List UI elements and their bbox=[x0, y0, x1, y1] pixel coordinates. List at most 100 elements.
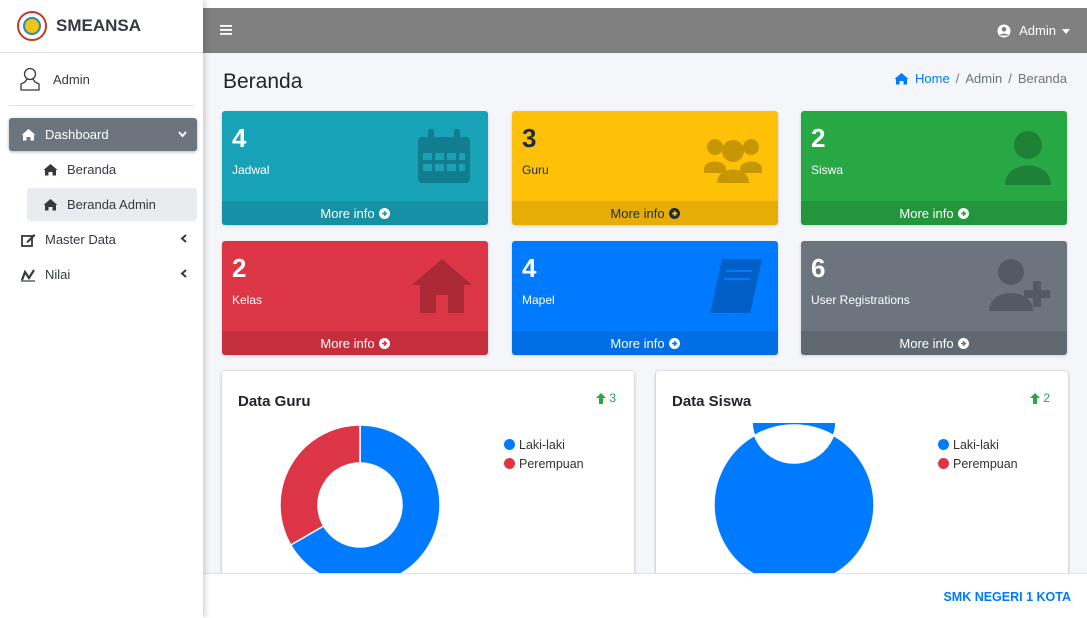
sidebar-item-label: Master Data bbox=[45, 232, 116, 247]
home-icon bbox=[41, 163, 59, 176]
box-label: User Registrations bbox=[811, 293, 910, 307]
sidebar-item-master-data[interactable]: Master Data bbox=[9, 223, 197, 256]
arrow-circle-right-icon bbox=[668, 207, 680, 219]
chevron-left-icon bbox=[180, 233, 187, 246]
user-panel[interactable]: Admin bbox=[9, 53, 194, 106]
chart-legend: Laki-laki Perempuan bbox=[938, 435, 1018, 473]
sidebar-item-label: Dashboard bbox=[45, 127, 109, 142]
more-info-link[interactable]: More info bbox=[512, 201, 778, 225]
sidebar-item-dashboard[interactable]: Dashboard bbox=[9, 118, 197, 151]
arrow-up-icon bbox=[1030, 392, 1041, 404]
donut-slice-laki-laki[interactable] bbox=[713, 423, 875, 581]
sidebar-item-label: Nilai bbox=[45, 267, 71, 282]
user-dropdown-label: Admin bbox=[1019, 23, 1056, 38]
chevron-down-icon bbox=[178, 129, 187, 141]
box-value: 4 bbox=[522, 253, 537, 283]
legend-swatch bbox=[504, 458, 515, 469]
card-title: Data Siswa bbox=[672, 393, 752, 410]
users-icon bbox=[702, 127, 764, 192]
calendar-icon bbox=[414, 127, 474, 192]
small-box-kelas: 2 Kelas More info bbox=[222, 241, 488, 355]
sidebar: SMEANSA Admin Dashboard Beranda Beranda … bbox=[0, 0, 203, 618]
arrow-circle-right-icon bbox=[378, 207, 390, 219]
arrow-circle-right-icon bbox=[957, 337, 969, 349]
small-box-guru: 3 Guru More info bbox=[512, 111, 778, 225]
arrow-circle-right-icon bbox=[378, 337, 390, 349]
breadcrumb-home[interactable]: Home bbox=[894, 71, 950, 86]
growth-badge: 3 bbox=[596, 391, 616, 405]
box-label: Kelas bbox=[232, 293, 263, 307]
more-info-label: More info bbox=[320, 205, 375, 221]
edit-icon bbox=[19, 233, 37, 247]
box-value: 2 bbox=[811, 123, 826, 153]
more-info-link[interactable]: More info bbox=[512, 331, 778, 355]
breadcrumb-item[interactable]: Admin bbox=[965, 71, 1002, 86]
book-icon bbox=[708, 257, 764, 320]
house-icon bbox=[410, 257, 474, 320]
hamburger-menu-icon[interactable] bbox=[220, 22, 232, 40]
legend-item-laki-laki[interactable]: Laki-laki bbox=[938, 435, 1018, 454]
legend-swatch bbox=[504, 439, 515, 450]
legend-label: Perempuan bbox=[953, 456, 1018, 471]
content-wrapper: Beranda Home / Admin / Beranda 4 Jadwal … bbox=[203, 53, 1087, 581]
top-navbar: Admin bbox=[203, 8, 1087, 53]
box-value: 4 bbox=[232, 123, 247, 153]
user-dropdown[interactable]: Admin bbox=[997, 23, 1070, 38]
arrow-circle-right-icon bbox=[668, 337, 680, 349]
box-label: Siswa bbox=[811, 163, 844, 177]
legend-item-laki-laki[interactable]: Laki-laki bbox=[504, 435, 584, 454]
legend-swatch bbox=[938, 458, 949, 469]
more-info-label: More info bbox=[899, 335, 954, 351]
sidebar-item-label: Beranda Admin bbox=[67, 197, 156, 212]
growth-value: 3 bbox=[609, 391, 616, 405]
page-title: Beranda bbox=[223, 70, 303, 93]
donut-slice-perempuan[interactable] bbox=[279, 424, 361, 547]
box-value: 6 bbox=[811, 253, 826, 283]
more-info-label: More info bbox=[610, 335, 665, 351]
footer-link[interactable]: SMK NEGERI 1 KOTA bbox=[943, 590, 1071, 604]
legend-item-perempuan[interactable]: Perempuan bbox=[938, 454, 1018, 473]
small-box-user-registrations: 6 User Registrations More info bbox=[801, 241, 1067, 355]
donut-chart-siswa[interactable] bbox=[712, 423, 876, 581]
more-info-label: More info bbox=[610, 205, 665, 221]
user-icon bbox=[1003, 127, 1053, 192]
growth-value: 2 bbox=[1043, 391, 1050, 405]
donut-chart-guru[interactable] bbox=[278, 423, 442, 581]
legend-item-perempuan[interactable]: Perempuan bbox=[504, 454, 584, 473]
box-label: Jadwal bbox=[232, 163, 270, 177]
card-title: Data Guru bbox=[238, 393, 311, 410]
home-icon bbox=[19, 128, 37, 141]
card-data-siswa: Data Siswa 2 Laki-laki Perempuan bbox=[656, 371, 1068, 581]
brand-link[interactable]: SMEANSA bbox=[0, 0, 203, 53]
user-plus-icon bbox=[989, 257, 1053, 318]
sidebar-item-beranda-admin[interactable]: Beranda Admin bbox=[27, 188, 197, 221]
school-logo-icon bbox=[17, 11, 47, 41]
box-value: 2 bbox=[232, 253, 247, 283]
more-info-link[interactable]: More info bbox=[801, 201, 1067, 225]
legend-label: Laki-laki bbox=[519, 437, 565, 452]
home-icon bbox=[41, 198, 59, 211]
more-info-link[interactable]: More info bbox=[222, 201, 488, 225]
arrow-circle-right-icon bbox=[957, 207, 969, 219]
more-info-link[interactable]: More info bbox=[222, 331, 488, 355]
brand-name: SMEANSA bbox=[56, 16, 142, 35]
more-info-label: More info bbox=[320, 335, 375, 351]
page-footer: SMK NEGERI 1 KOTA bbox=[203, 573, 1087, 618]
user-name: Admin bbox=[53, 71, 90, 87]
arrow-up-icon bbox=[596, 392, 607, 404]
legend-swatch bbox=[938, 439, 949, 450]
small-box-siswa: 2 Siswa More info bbox=[801, 111, 1067, 225]
sidebar-item-beranda[interactable]: Beranda bbox=[27, 153, 197, 186]
box-label: Guru bbox=[522, 163, 549, 177]
box-value: 3 bbox=[522, 123, 537, 153]
sidebar-nav: Dashboard Beranda Beranda Admin Master D… bbox=[0, 106, 203, 291]
more-info-label: More info bbox=[899, 205, 954, 221]
sidebar-item-label: Beranda bbox=[67, 162, 117, 177]
card-data-guru: Data Guru 3 Laki-laki Perempuan bbox=[222, 371, 634, 581]
breadcrumb-separator: / bbox=[1008, 71, 1012, 86]
small-box-jadwal: 4 Jadwal More info bbox=[222, 111, 488, 225]
more-info-link[interactable]: More info bbox=[801, 331, 1067, 355]
sidebar-item-nilai[interactable]: Nilai bbox=[9, 258, 197, 291]
breadcrumb-separator: / bbox=[955, 71, 960, 86]
chart-legend: Laki-laki Perempuan bbox=[504, 435, 584, 473]
